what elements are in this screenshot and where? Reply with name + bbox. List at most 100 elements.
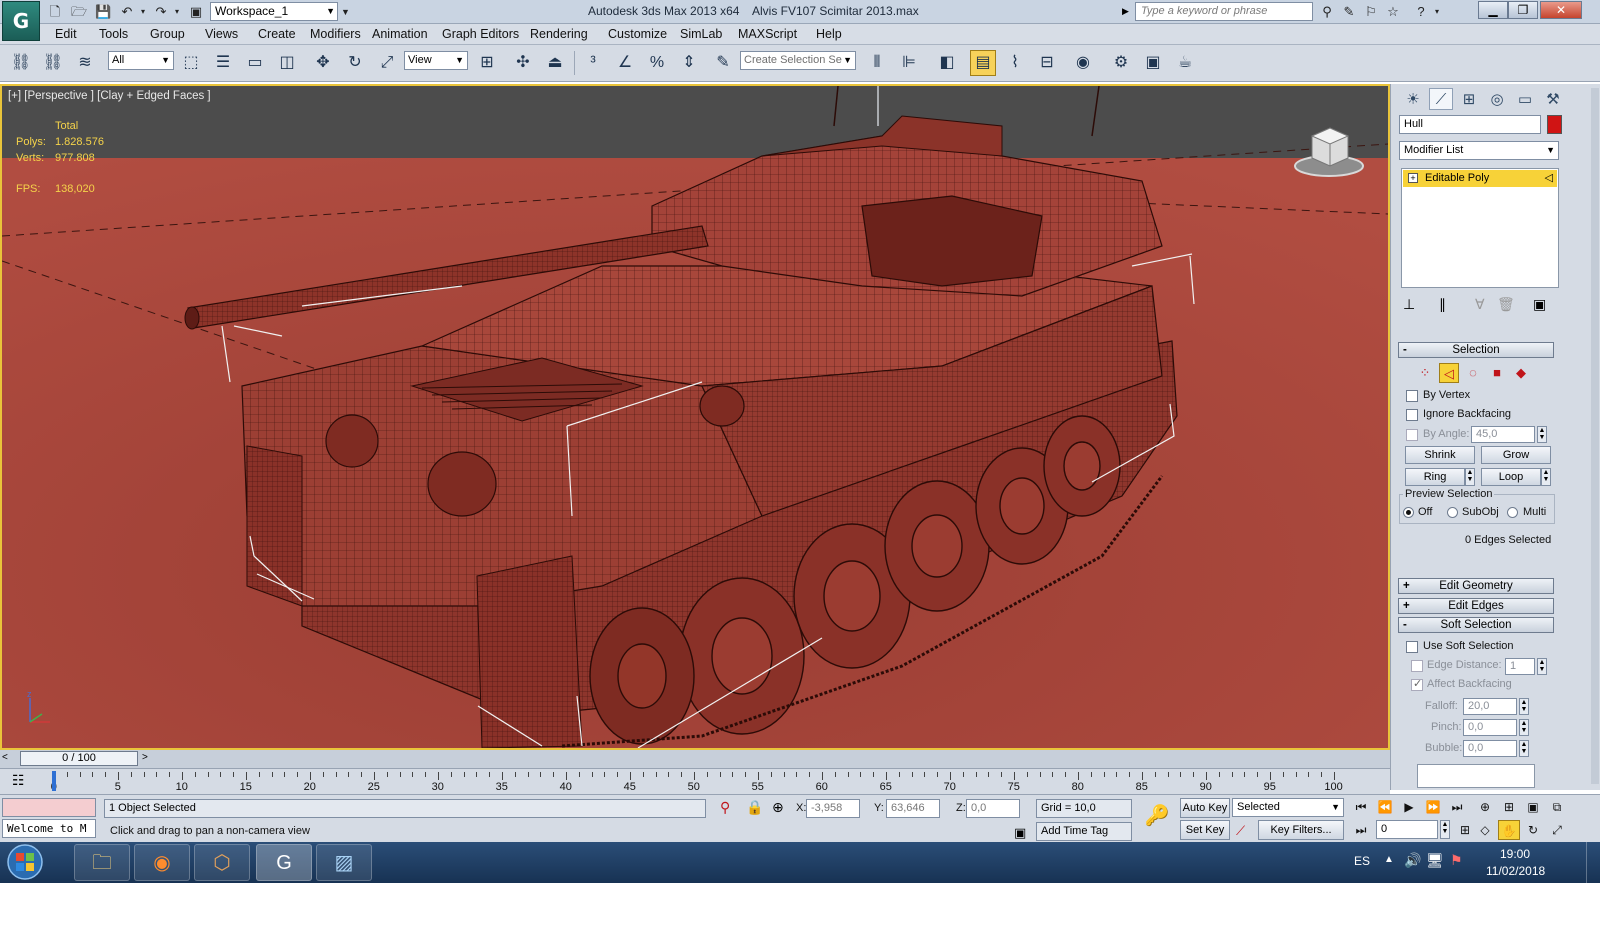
modifier-list-dropdown[interactable]: Modifier List ▼ xyxy=(1399,141,1559,160)
stack-item-editable-poly[interactable]: + Editable Poly ◁ xyxy=(1403,170,1557,187)
redo-dropdown-icon[interactable]: ▾ xyxy=(172,3,182,20)
falloff-input[interactable]: 20,0 xyxy=(1463,698,1517,715)
hierarchy-tab-icon[interactable]: ⊞ xyxy=(1457,88,1481,110)
edge-distance-spinner[interactable]: ▲ ▼ xyxy=(1537,658,1547,675)
tray-expand-icon[interactable]: ▲ xyxy=(1384,854,1394,865)
menu-graph-editors[interactable]: Graph Editors xyxy=(442,27,519,41)
schematic-view-icon[interactable]: ⊟ xyxy=(1034,50,1060,76)
menu-views[interactable]: Views xyxy=(205,27,238,41)
search-expand-icon[interactable]: ▶ xyxy=(1122,3,1132,20)
zoom-icon[interactable]: ⊕ xyxy=(1474,797,1496,817)
by-angle-input[interactable]: 45,0 xyxy=(1471,426,1535,443)
language-indicator[interactable]: ES xyxy=(1354,854,1370,868)
preview-multi-radio[interactable] xyxy=(1507,507,1518,518)
default-tangents-icon[interactable]: ⟋ xyxy=(1236,823,1245,839)
display-tab-icon[interactable]: ▭ xyxy=(1513,88,1537,110)
configure-modifier-sets-icon[interactable]: ▣ xyxy=(1533,296,1546,313)
select-object-icon[interactable]: ⬚ xyxy=(178,50,204,76)
element-mode-icon[interactable]: ◆ xyxy=(1511,363,1531,383)
render-setup-icon[interactable]: ⚙ xyxy=(1108,50,1134,76)
time-slider-next-icon[interactable]: > xyxy=(142,752,148,763)
window-crossing-icon[interactable]: ◫ xyxy=(274,50,300,76)
selection-filter-dropdown[interactable]: All ▼ xyxy=(108,51,174,70)
selection-set-dropdown[interactable]: Selected ▼ xyxy=(1232,798,1344,817)
select-and-link-icon[interactable]: ⛓ xyxy=(8,50,34,76)
viewport-label[interactable]: [+] [Perspective ] [Clay + Edged Faces ] xyxy=(8,90,211,102)
expand-plus-icon[interactable]: + xyxy=(1408,173,1418,183)
keyword-search-input[interactable]: Type a keyword or phrase xyxy=(1135,2,1313,21)
percent-snap-icon[interactable]: % xyxy=(644,50,670,76)
favorites-star-icon[interactable]: ☆ xyxy=(1384,3,1402,20)
current-frame-spinner[interactable]: ▲ ▼ xyxy=(1440,820,1450,839)
image-viewer-icon[interactable]: ▨ xyxy=(316,844,372,881)
utilities-tab-icon[interactable]: ⚒ xyxy=(1541,88,1565,110)
z-coord-field[interactable]: 0,0 xyxy=(966,799,1020,818)
create-tab-icon[interactable]: ☀ xyxy=(1401,88,1425,110)
go-to-end-icon[interactable]: ⏭ xyxy=(1446,797,1468,817)
menu-rendering[interactable]: Rendering xyxy=(530,27,588,41)
redo-icon[interactable]: ↷ xyxy=(152,3,170,20)
app-menu-button[interactable]: G xyxy=(2,1,40,41)
time-configuration-icon[interactable]: ⊞ xyxy=(1454,820,1476,840)
vertex-mode-icon[interactable]: ⁘ xyxy=(1415,363,1435,383)
viewcube[interactable] xyxy=(1294,120,1364,180)
field-of-view-icon[interactable]: ◇ xyxy=(1474,820,1496,840)
pin-stack-icon[interactable]: ⊥ xyxy=(1403,296,1415,313)
by-angle-checkbox[interactable] xyxy=(1406,429,1418,441)
edge-distance-input[interactable]: 1 xyxy=(1505,658,1535,675)
use-soft-selection-checkbox[interactable] xyxy=(1406,641,1418,653)
spinner-snap-icon[interactable]: ⇕ xyxy=(676,50,702,76)
bubble-input[interactable]: 0,0 xyxy=(1463,740,1517,757)
x-coord-field[interactable]: -3,958 xyxy=(806,799,860,818)
perspective-viewport[interactable]: [+] [Perspective ] [Clay + Edged Faces ]… xyxy=(0,84,1390,750)
undo-icon[interactable]: ↶ xyxy=(118,3,136,20)
falloff-spinner[interactable]: ▲ ▼ xyxy=(1519,698,1529,715)
select-and-rotate-icon[interactable]: ↻ xyxy=(342,50,368,76)
quick-access-menu-icon[interactable]: ▼ xyxy=(340,3,350,20)
select-by-name-icon[interactable]: ☰ xyxy=(210,50,236,76)
menu-maxscript[interactable]: MAXScript xyxy=(738,27,797,41)
edit-named-selection-icon[interactable]: ✎ xyxy=(710,50,736,76)
help-dropdown-icon[interactable]: ▾ xyxy=(1432,3,1442,20)
modify-tab-icon[interactable]: ⟋ xyxy=(1429,88,1453,110)
unlink-icon[interactable]: ⛓ xyxy=(40,50,66,76)
ring-button[interactable]: Ring xyxy=(1405,468,1465,486)
subscription-icon[interactable]: ✎ xyxy=(1340,3,1358,20)
open-file-icon[interactable]: 🗁 xyxy=(70,3,88,20)
make-unique-icon[interactable]: ∀ xyxy=(1475,296,1485,313)
graphite-ribbon-icon[interactable]: ▤ xyxy=(970,50,996,76)
previous-frame-icon[interactable]: ⏪ xyxy=(1374,797,1396,817)
volume-icon[interactable]: 🔊 xyxy=(1404,852,1421,869)
material-editor-icon[interactable]: ◉ xyxy=(1070,50,1096,76)
workspace-dropdown[interactable]: Workspace_1 ▼ xyxy=(210,2,338,21)
close-button[interactable]: ✕ xyxy=(1540,1,1582,19)
menu-create[interactable]: Create xyxy=(258,27,296,41)
minimize-button[interactable]: ▁ xyxy=(1478,1,1508,19)
select-and-scale-icon[interactable]: ⤢ xyxy=(374,50,400,76)
preview-subobj-radio[interactable] xyxy=(1447,507,1458,518)
pinch-input[interactable]: 0,0 xyxy=(1463,719,1517,736)
menu-modifiers[interactable]: Modifiers xyxy=(310,27,361,41)
edit-geometry-rollout-header[interactable]: + Edit Geometry xyxy=(1398,578,1554,594)
time-slider[interactable]: < 0 / 100 > xyxy=(0,750,1390,768)
pivot-center-icon[interactable]: ⊞ xyxy=(474,50,500,76)
selection-lock-icon[interactable]: 🔒 xyxy=(746,799,763,816)
remove-modifier-icon[interactable]: 🗑 xyxy=(1497,296,1515,313)
clock-date[interactable]: 11/02/2018 xyxy=(1486,864,1545,878)
set-key-button[interactable]: Set Key xyxy=(1180,820,1230,840)
pan-view-icon[interactable]: ✋ xyxy=(1498,820,1520,840)
start-button[interactable] xyxy=(4,842,46,883)
undo-dropdown-icon[interactable]: ▾ xyxy=(138,3,148,20)
select-manipulate-icon[interactable]: ✣ xyxy=(510,50,536,76)
modifier-stack[interactable]: + Editable Poly ◁ xyxy=(1401,168,1559,288)
orbit-icon[interactable]: ↻ xyxy=(1522,820,1544,840)
3dsmax-taskbar-icon[interactable]: G xyxy=(256,844,312,881)
reference-coordinate-dropdown[interactable]: View ▼ xyxy=(404,51,468,70)
shrink-button[interactable]: Shrink xyxy=(1405,446,1475,464)
by-angle-spinner[interactable]: ▲ ▼ xyxy=(1537,426,1547,443)
3d-app-icon[interactable]: ⬡ xyxy=(194,844,250,881)
zoom-extents-icon[interactable]: ▣ xyxy=(1522,797,1544,817)
project-folder-icon[interactable]: ▣ xyxy=(187,3,205,20)
time-slider-thumb[interactable]: 0 / 100 xyxy=(20,751,138,766)
rendered-frame-window-icon[interactable]: ▣ xyxy=(1140,50,1166,76)
